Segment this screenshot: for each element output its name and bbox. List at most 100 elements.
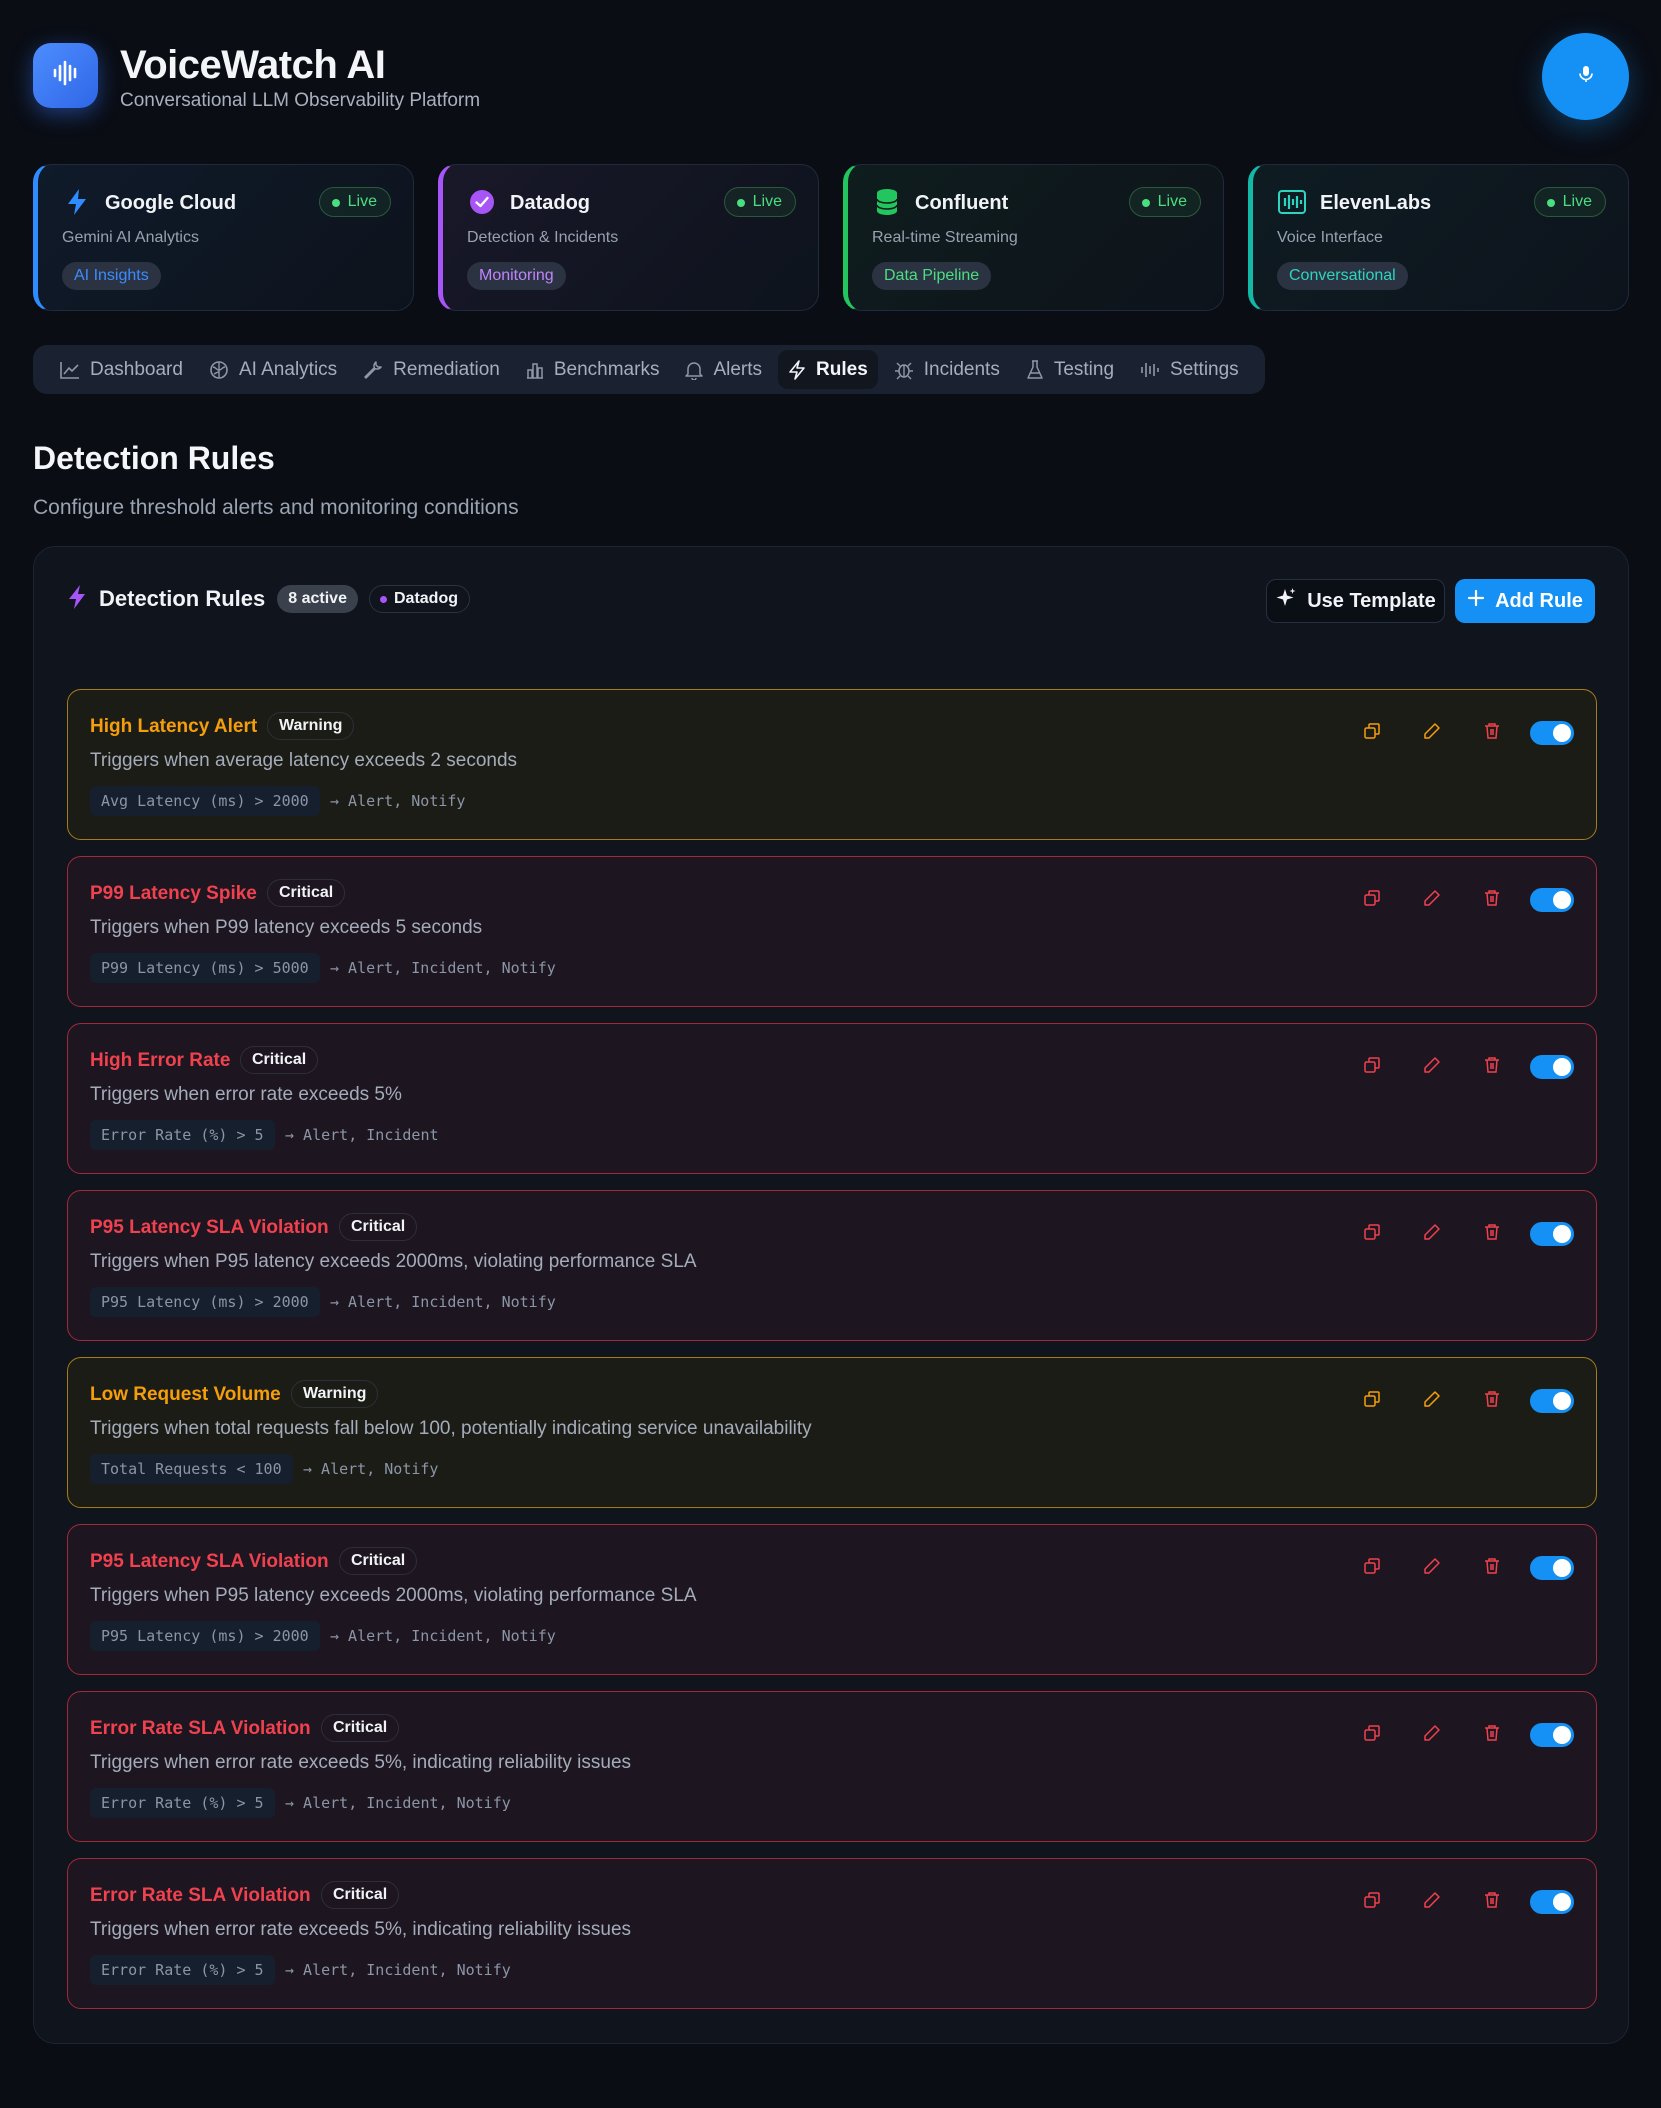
bar-chart-icon xyxy=(526,361,544,379)
rule-actions: → Alert, Notify xyxy=(303,1460,439,1478)
audio-bars-icon xyxy=(1140,361,1160,379)
edit-icon[interactable] xyxy=(1421,1889,1443,1911)
edit-icon[interactable] xyxy=(1421,1221,1443,1243)
page-subtitle: Configure threshold alerts and monitorin… xyxy=(33,496,519,519)
trash-icon[interactable] xyxy=(1481,1221,1503,1243)
tab-label: Settings xyxy=(1170,358,1239,380)
tab-label: Dashboard xyxy=(90,358,183,380)
tab-ai-analytics[interactable]: AI Analytics xyxy=(199,350,347,389)
rule-enabled-toggle[interactable] xyxy=(1530,1222,1574,1246)
trash-icon[interactable] xyxy=(1481,1722,1503,1744)
copy-icon[interactable] xyxy=(1361,1388,1383,1410)
integration-card-datadog[interactable]: Datadog Live Detection & Incidents Monit… xyxy=(438,164,819,311)
integration-tag: Conversational xyxy=(1277,262,1408,290)
brain-icon xyxy=(209,360,229,380)
rule-enabled-toggle[interactable] xyxy=(1530,1389,1574,1413)
severity-badge: Warning xyxy=(291,1380,379,1408)
tab-settings[interactable]: Settings xyxy=(1130,350,1249,389)
voice-assistant-button[interactable] xyxy=(1542,33,1629,120)
tab-incidents[interactable]: Incidents xyxy=(884,350,1010,389)
copy-icon[interactable] xyxy=(1361,1054,1383,1076)
app-subtitle: Conversational LLM Observability Platfor… xyxy=(120,90,481,111)
sparkle-icon xyxy=(1275,587,1307,615)
severity-badge: Critical xyxy=(267,879,346,907)
integration-description: Real-time Streaming xyxy=(872,229,1018,246)
rule-enabled-toggle[interactable] xyxy=(1530,721,1574,745)
copy-icon[interactable] xyxy=(1361,887,1383,909)
audio-bars-icon xyxy=(1277,187,1307,217)
rule-actions: → Alert, Incident, Notify xyxy=(285,1794,511,1812)
rule-description: Triggers when P95 latency exceeds 2000ms… xyxy=(90,1585,697,1606)
integration-card-google-cloud[interactable]: Google Cloud Live Gemini AI Analytics AI… xyxy=(33,164,414,311)
trash-icon[interactable] xyxy=(1481,887,1503,909)
rule-condition: Error Rate (%) > 5 xyxy=(90,1788,275,1818)
rule-card: High Latency Alert Warning Triggers when… xyxy=(67,689,1597,840)
integration-card-confluent[interactable]: Confluent Live Real-time Streaming Data … xyxy=(843,164,1224,311)
tab-dashboard[interactable]: Dashboard xyxy=(50,350,193,389)
edit-icon[interactable] xyxy=(1421,1388,1443,1410)
rule-enabled-toggle[interactable] xyxy=(1530,1723,1574,1747)
severity-badge: Critical xyxy=(339,1547,418,1575)
app-header: VoiceWatch AI Conversational LLM Observa… xyxy=(33,33,1629,123)
live-status-badge: Live xyxy=(723,187,796,217)
edit-icon[interactable] xyxy=(1421,887,1443,909)
add-rule-button[interactable]: Add Rule xyxy=(1455,579,1595,623)
rule-description: Triggers when error rate exceeds 5% xyxy=(90,1084,402,1105)
tab-label: Testing xyxy=(1053,358,1115,380)
copy-icon[interactable] xyxy=(1361,1221,1383,1243)
rule-name: Error Rate SLA Violation xyxy=(90,1885,311,1906)
tab-testing[interactable]: Testing xyxy=(1016,350,1124,389)
source-badge: Datadog xyxy=(368,585,470,613)
tab-benchmarks[interactable]: Benchmarks xyxy=(516,350,670,389)
bug-icon xyxy=(894,360,914,380)
use-template-label: Use Template xyxy=(1307,589,1436,612)
trash-icon[interactable] xyxy=(1481,1889,1503,1911)
rule-enabled-toggle[interactable] xyxy=(1530,1890,1574,1914)
tab-remediation[interactable]: Remediation xyxy=(353,350,510,389)
rule-condition: Error Rate (%) > 5 xyxy=(90,1955,275,1985)
edit-icon[interactable] xyxy=(1421,1555,1443,1577)
rule-condition: Total Requests < 100 xyxy=(90,1454,293,1484)
trash-icon[interactable] xyxy=(1481,1555,1503,1577)
app-logo xyxy=(33,43,98,108)
integration-tag: Data Pipeline xyxy=(872,262,992,290)
lightning-icon xyxy=(67,584,87,615)
integration-name: ElevenLabs xyxy=(1320,192,1432,214)
rule-card: Error Rate SLA Violation Critical Trigge… xyxy=(67,1691,1597,1842)
rule-name: High Latency Alert xyxy=(90,716,258,737)
rule-enabled-toggle[interactable] xyxy=(1530,1556,1574,1580)
copy-icon[interactable] xyxy=(1361,1722,1383,1744)
trash-icon[interactable] xyxy=(1481,720,1503,742)
copy-icon[interactable] xyxy=(1361,1889,1383,1911)
edit-icon[interactable] xyxy=(1421,720,1443,742)
severity-badge: Warning xyxy=(267,712,355,740)
trash-icon[interactable] xyxy=(1481,1388,1503,1410)
integration-name: Confluent xyxy=(915,192,1009,214)
rule-actions: → Alert, Incident, Notify xyxy=(285,1961,511,1979)
edit-icon[interactable] xyxy=(1421,1722,1443,1744)
rule-description: Triggers when total requests fall below … xyxy=(90,1418,812,1439)
rule-enabled-toggle[interactable] xyxy=(1530,1055,1574,1079)
tab-label: Remediation xyxy=(393,358,500,380)
tab-label: Alerts xyxy=(713,358,763,380)
tab-label: Rules xyxy=(816,358,868,380)
rule-condition: P99 Latency (ms) > 5000 xyxy=(90,953,320,983)
tab-rules[interactable]: Rules xyxy=(778,350,878,389)
panel-header: Detection Rules 8 active Datadog xyxy=(67,582,470,616)
rule-description: Triggers when error rate exceeds 5%, ind… xyxy=(90,1752,632,1773)
rule-enabled-toggle[interactable] xyxy=(1530,888,1574,912)
rule-name: Low Request Volume xyxy=(90,1384,281,1405)
use-template-button[interactable]: Use Template xyxy=(1266,579,1445,623)
copy-icon[interactable] xyxy=(1361,720,1383,742)
rule-name: P95 Latency SLA Violation xyxy=(90,1551,329,1572)
trash-icon[interactable] xyxy=(1481,1054,1503,1076)
integration-description: Voice Interface xyxy=(1277,229,1383,246)
severity-badge: Critical xyxy=(240,1046,319,1074)
copy-icon[interactable] xyxy=(1361,1555,1383,1577)
page-title: Detection Rules xyxy=(33,440,275,476)
bell-icon xyxy=(685,360,704,380)
integration-card-elevenlabs[interactable]: ElevenLabs Live Voice Interface Conversa… xyxy=(1248,164,1629,311)
tab-label: AI Analytics xyxy=(238,358,338,380)
tab-alerts[interactable]: Alerts xyxy=(675,350,772,389)
edit-icon[interactable] xyxy=(1421,1054,1443,1076)
